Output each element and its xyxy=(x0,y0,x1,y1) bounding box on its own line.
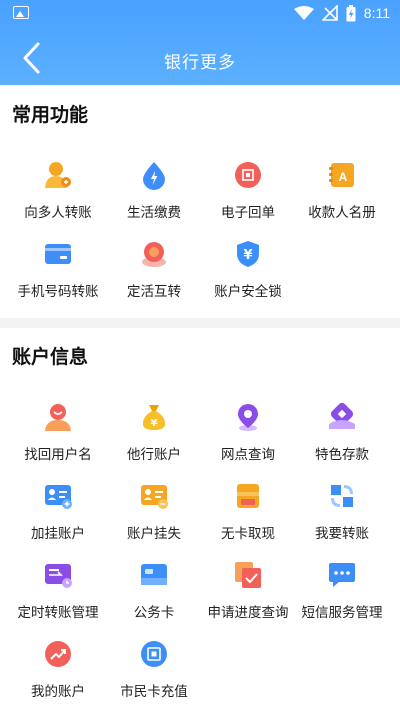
grid-item-label: 账户挂失 xyxy=(127,526,181,542)
page-title: 银行更多 xyxy=(164,53,236,73)
grid-item-progress-query[interactable]: 申请进度查询 xyxy=(198,558,298,636)
grid-item-label: 定活互转 xyxy=(127,284,181,300)
grid-item-deposit-switch[interactable]: 定活互转 xyxy=(104,237,204,315)
grid-item-e-receipt[interactable]: 电子回单 xyxy=(198,158,298,236)
grid-item-my-account[interactable]: 我的账户 xyxy=(8,637,108,711)
special-deposit-icon xyxy=(325,400,359,434)
grid-item-label: 加挂账户 xyxy=(31,526,85,542)
my-account-chart-icon xyxy=(41,637,75,671)
transfer-arrows-icon xyxy=(325,479,359,513)
multi-transfer-icon xyxy=(41,158,75,192)
grid-item-label: 短信服务管理 xyxy=(301,605,383,621)
location-pin-icon xyxy=(231,400,265,434)
grid-item-business-card[interactable]: 公务卡 xyxy=(104,558,204,636)
grid-item-label: 无卡取现 xyxy=(221,526,275,542)
grid-item-label: 手机号码转账 xyxy=(17,284,99,300)
grid-item-label: 网点查询 xyxy=(221,447,275,463)
grid-item-report-loss[interactable]: 账户挂失 xyxy=(104,479,204,557)
grid-item-label: 公务卡 xyxy=(133,605,175,621)
status-bar: 8:11 xyxy=(0,0,400,28)
grid-item-other-bank-account[interactable]: ¥ 他行账户 xyxy=(104,400,204,478)
phone-transfer-card-icon xyxy=(41,237,75,271)
no-signal-icon xyxy=(321,5,338,21)
section-title-common: 常用功能 xyxy=(12,104,89,126)
grid-item-label: 收款人名册 xyxy=(308,205,376,221)
report-loss-card-icon xyxy=(137,479,171,513)
deposit-switch-icon xyxy=(137,237,171,271)
grid-item-label: 我的账户 xyxy=(31,684,85,700)
grid-item-recover-username[interactable]: 找回用户名 xyxy=(8,400,108,478)
progress-check-icon xyxy=(231,558,265,592)
grid-item-label: 我要转账 xyxy=(315,526,369,542)
grid-item-phone-transfer[interactable]: 手机号码转账 xyxy=(8,237,108,315)
business-card-icon xyxy=(137,558,171,592)
grid-item-payee-book[interactable]: A 收款人名册 xyxy=(292,158,392,236)
grid-item-label: 特色存款 xyxy=(315,447,369,463)
grid-item-label: 找回用户名 xyxy=(24,447,92,463)
clock: 8:11 xyxy=(363,5,390,21)
grid-item-label: 电子回单 xyxy=(221,205,275,221)
utility-drop-icon xyxy=(137,158,171,192)
grid-item-cardless-cash[interactable]: 无卡取现 xyxy=(198,479,298,557)
section-title-account-info: 账户信息 xyxy=(12,346,89,368)
money-bag-icon: ¥ xyxy=(137,400,171,434)
sms-bubble-icon xyxy=(325,558,359,592)
grid-item-scheduled-transfer[interactable]: 定时转账管理 xyxy=(8,558,108,636)
grid-item-label: 账户安全锁 xyxy=(214,284,282,300)
navigation-bar: 银行更多 xyxy=(0,30,400,86)
svg-text:A: A xyxy=(339,170,348,184)
grid-item-utility-payment[interactable]: 生活缴费 xyxy=(104,158,204,236)
gallery-notification-icon xyxy=(13,6,29,19)
grid-item-label: 定时转账管理 xyxy=(17,605,99,621)
grid-item-special-deposit[interactable]: 特色存款 xyxy=(292,400,392,478)
grid-item-label: 向多人转账 xyxy=(24,205,92,221)
scheduled-transfer-icon xyxy=(41,558,75,592)
grid-item-label: 他行账户 xyxy=(127,447,181,463)
grid-item-label: 生活缴费 xyxy=(127,205,181,221)
citizen-card-topup-icon xyxy=(137,637,171,671)
grid-item-sms-service[interactable]: 短信服务管理 xyxy=(292,558,392,636)
grid-item-transfer[interactable]: 我要转账 xyxy=(292,479,392,557)
security-lock-shield-icon: ¥ xyxy=(231,237,265,271)
grid-item-add-account[interactable]: 加挂账户 xyxy=(8,479,108,557)
section-divider xyxy=(0,318,400,328)
grid-item-security-lock[interactable]: ¥ 账户安全锁 xyxy=(198,237,298,315)
svg-text:¥: ¥ xyxy=(151,418,158,429)
wifi-icon xyxy=(293,5,314,20)
grid-item-citizen-card-topup[interactable]: 市民卡充值 xyxy=(104,637,204,711)
cardless-cash-icon xyxy=(231,479,265,513)
grid-item-branch-query[interactable]: 网点查询 xyxy=(198,400,298,478)
app-header: 8:11 银行更多 xyxy=(0,0,400,85)
grid-item-multi-transfer[interactable]: 向多人转账 xyxy=(8,158,108,236)
e-receipt-icon xyxy=(231,158,265,192)
grid-item-label: 申请进度查询 xyxy=(207,605,289,621)
battery-charging-icon xyxy=(346,4,356,21)
user-recover-icon xyxy=(41,400,75,434)
status-indicators: 8:11 xyxy=(293,4,390,22)
add-account-card-icon xyxy=(41,479,75,513)
svg-text:¥: ¥ xyxy=(243,248,252,263)
payee-book-icon: A xyxy=(325,158,359,192)
grid-item-label: 市民卡充值 xyxy=(120,684,188,700)
